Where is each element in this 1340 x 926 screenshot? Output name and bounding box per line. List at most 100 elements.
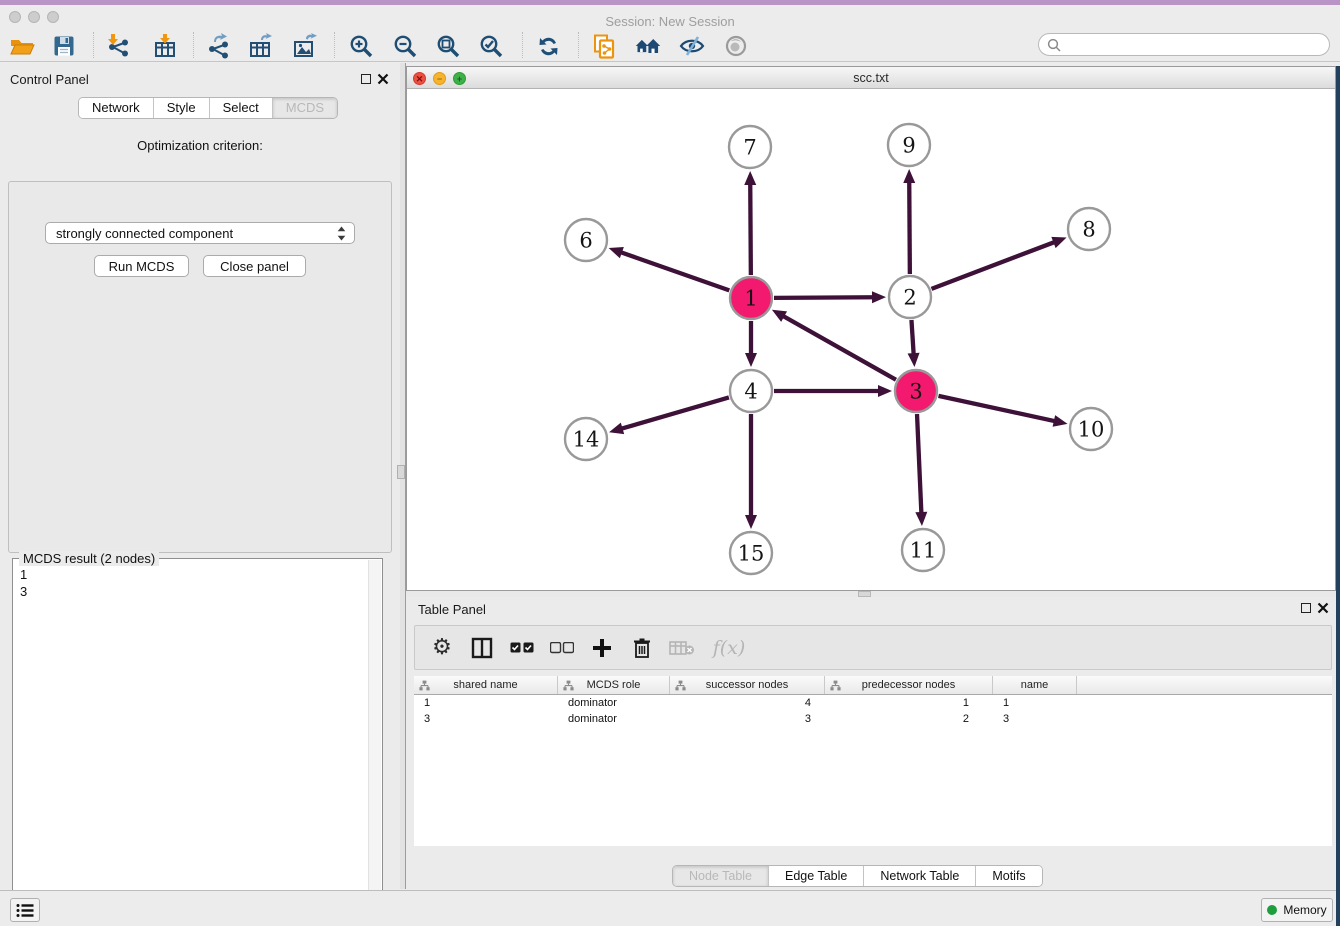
- mcds-result-list[interactable]: 13: [17, 563, 366, 926]
- column-header-label: MCDS role: [587, 679, 641, 691]
- save-session-icon[interactable]: [50, 32, 78, 60]
- export-image-icon[interactable]: [291, 32, 319, 60]
- import-network-icon[interactable]: [104, 32, 132, 60]
- table-row[interactable]: 3dominator323: [414, 711, 1332, 727]
- network-frame-titlebar[interactable]: ✕ − + scc.txt: [407, 67, 1335, 89]
- graph-edge-1-6[interactable]: [619, 252, 729, 291]
- hide-selected-icon[interactable]: [678, 32, 706, 60]
- open-session-icon[interactable]: [8, 32, 36, 60]
- tab-network[interactable]: Network: [79, 98, 154, 118]
- tab-style[interactable]: Style: [154, 98, 210, 118]
- show-panels-list-button[interactable]: [10, 898, 40, 922]
- desktop-edge-right: [1336, 66, 1340, 926]
- graph-node-label: 8: [1082, 217, 1095, 241]
- show-column-icon[interactable]: [469, 635, 495, 661]
- table-tab-motifs[interactable]: Motifs: [976, 866, 1041, 886]
- table-toolbar: ⚙ f(x): [414, 625, 1332, 670]
- table-tab-network-table[interactable]: Network Table: [864, 866, 976, 886]
- graph-edge-arrowhead: [1051, 237, 1066, 248]
- graph-edge-arrowhead: [745, 515, 757, 529]
- run-mcds-button[interactable]: Run MCDS: [94, 255, 189, 277]
- table-tab-node-table[interactable]: Node Table: [673, 866, 769, 886]
- first-neighbors-icon[interactable]: [634, 32, 662, 60]
- table-panel: Table Panel ⚙ f(x): [406, 597, 1336, 889]
- table-options-gear-icon[interactable]: ⚙: [429, 635, 455, 661]
- graph-edge-1-7[interactable]: [750, 182, 751, 275]
- graph-edge-2-9[interactable]: [909, 180, 910, 274]
- toolbar-separator: [522, 32, 523, 58]
- graph-edge-arrowhead: [1053, 415, 1068, 427]
- memory-button[interactable]: Memory: [1261, 898, 1333, 922]
- column-header-predecessor-nodes[interactable]: predecessor nodes: [825, 676, 993, 694]
- graph-edge-3-1[interactable]: [781, 315, 895, 380]
- create-column-icon[interactable]: [589, 635, 615, 661]
- network-frame-title: scc.txt: [407, 71, 1335, 85]
- tree-icon: [830, 680, 841, 694]
- network-canvas[interactable]: 7968124314101511: [407, 89, 1335, 590]
- table-row[interactable]: 1dominator411: [414, 695, 1332, 711]
- main-titlebar: Session: New Session: [0, 5, 1340, 28]
- mcds-result-line: 3: [20, 583, 366, 600]
- zoom-fit-icon[interactable]: [434, 32, 462, 60]
- application-window: Session: New Session: [0, 0, 1340, 926]
- optimization-criterion-dropdown[interactable]: strongly connected component: [45, 222, 355, 244]
- graph-node-label: 1: [744, 286, 757, 310]
- column-header-label: successor nodes: [706, 679, 789, 691]
- clone-network-icon[interactable]: [590, 32, 618, 60]
- table-panel-title: Table Panel: [418, 602, 486, 617]
- graph-edge-2-8[interactable]: [932, 241, 1057, 288]
- graph-edge-arrowhead: [878, 385, 892, 397]
- mcds-result-scrollbar[interactable]: [368, 560, 381, 926]
- control-panel: Control Panel NetworkStyleSelectMCDS Opt…: [0, 63, 400, 889]
- table-close-panel-icon[interactable]: [1317, 602, 1329, 614]
- control-panel-title: Control Panel: [10, 72, 89, 87]
- table-header-row: shared name MCDS role successor nodes prede…: [414, 676, 1332, 695]
- table-tab-edge-table[interactable]: Edge Table: [769, 866, 864, 886]
- column-header-shared-name[interactable]: shared name: [414, 676, 558, 694]
- float-panel-icon[interactable]: [361, 74, 371, 84]
- control-panel-tabs: NetworkStyleSelectMCDS: [78, 97, 338, 119]
- table-cell: 3: [414, 713, 558, 725]
- delete-column-icon[interactable]: [629, 635, 655, 661]
- graph-edge-arrowhead: [609, 423, 624, 435]
- export-table-icon[interactable]: [247, 32, 275, 60]
- search-input[interactable]: [1066, 38, 1316, 52]
- list-icon: [16, 903, 34, 918]
- column-header-mcds-role[interactable]: MCDS role: [558, 676, 670, 694]
- node-table: shared name MCDS role successor nodes prede…: [414, 676, 1332, 846]
- search-field[interactable]: [1038, 33, 1330, 56]
- graph-edge-arrowhead: [609, 247, 624, 258]
- graph-edge-arrowhead: [872, 291, 886, 303]
- export-network-icon[interactable]: [204, 32, 232, 60]
- toolbar-separator: [93, 32, 94, 58]
- graph-edge-4-14[interactable]: [620, 397, 729, 429]
- graph-edge-2-3[interactable]: [911, 320, 913, 356]
- table-cell: 1: [825, 697, 993, 709]
- zoom-in-icon[interactable]: [347, 32, 375, 60]
- graph-edge-arrowhead: [745, 353, 757, 367]
- panel-divider-handle[interactable]: [397, 465, 405, 479]
- optimization-criterion-label: Optimization criterion:: [8, 138, 392, 153]
- tab-select[interactable]: Select: [210, 98, 273, 118]
- graph-node-label: 9: [902, 133, 915, 157]
- graph-edge-arrowhead: [903, 169, 915, 183]
- zoom-selected-icon[interactable]: [477, 32, 505, 60]
- column-header-successor-nodes[interactable]: successor nodes: [670, 676, 825, 694]
- table-float-panel-icon[interactable]: [1301, 603, 1311, 613]
- graph-edge-1-2[interactable]: [774, 297, 875, 298]
- table-cell: 1: [414, 697, 558, 709]
- deselect-all-columns-icon[interactable]: [549, 635, 575, 661]
- tab-mcds[interactable]: MCDS: [273, 98, 337, 118]
- zoom-out-icon[interactable]: [391, 32, 419, 60]
- graph-edge-arrowhead: [908, 353, 920, 367]
- close-panel-button[interactable]: Close panel: [203, 255, 306, 277]
- apply-layout-refresh-icon[interactable]: [534, 32, 562, 60]
- column-header-name[interactable]: name: [993, 676, 1077, 694]
- show-all-icon[interactable]: [722, 32, 750, 60]
- graph-edge-3-11[interactable]: [917, 414, 921, 515]
- select-all-columns-icon[interactable]: [509, 635, 535, 661]
- close-panel-icon[interactable]: [377, 73, 389, 85]
- graph-edge-arrowhead: [915, 512, 927, 526]
- import-table-icon[interactable]: [151, 32, 179, 60]
- graph-edge-3-10[interactable]: [938, 396, 1056, 422]
